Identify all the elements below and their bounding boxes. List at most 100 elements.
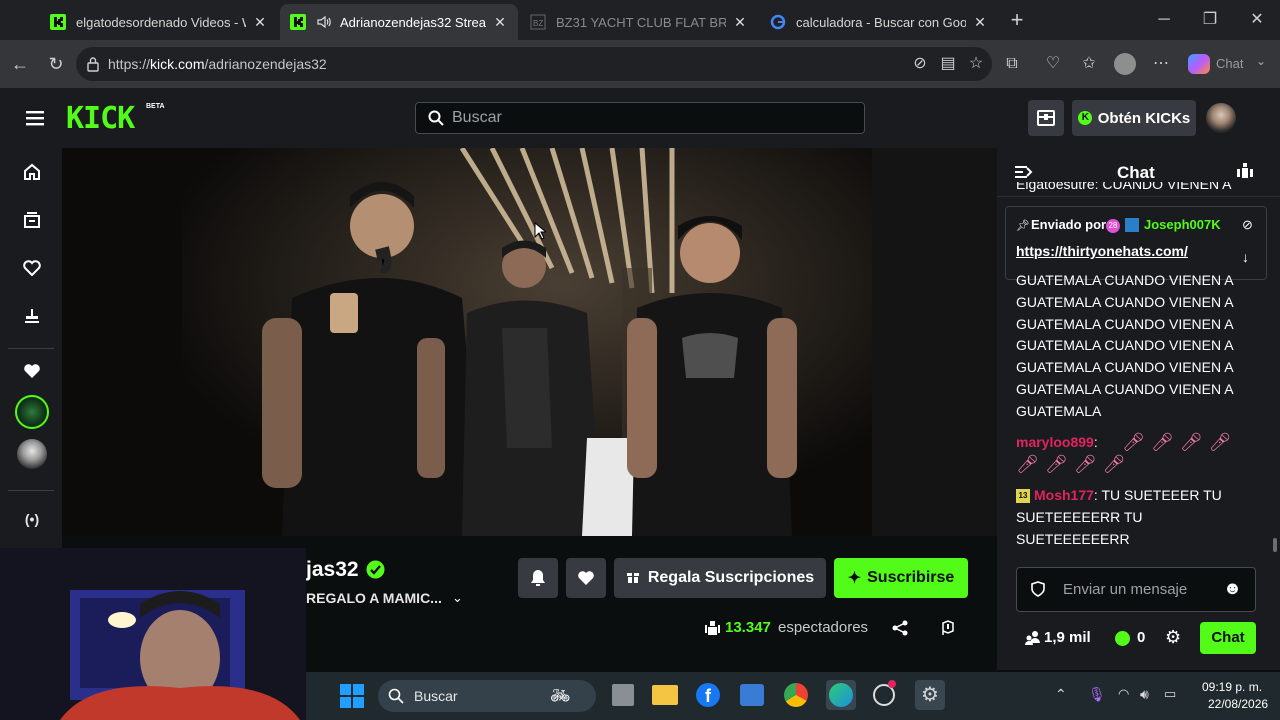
show-hidden-icons-chevron-icon[interactable]: ⌃ [1055,686,1067,703]
lock-icon[interactable] [86,56,100,77]
close-tab-icon[interactable]: ✕ [252,14,268,31]
windows-start-icon[interactable] [340,684,364,713]
favorite-star-icon[interactable]: ☆ [964,52,988,76]
chat-input[interactable]: Enviar un mensaje ☻ [1016,567,1256,612]
creator-dashboard-icon[interactable] [19,303,45,329]
tab-bz31[interactable]: BZ BZ31 YACHT CLUB FLAT BRIM – TH ✕ [520,4,758,40]
minimize-icon[interactable]: ─ [1152,8,1176,32]
chevron-down-icon[interactable]: ⌄ [452,590,463,606]
tab-title: elgatodesordenado Videos - Watch [76,14,246,30]
bz31-favicon-icon: BZ [530,14,546,30]
more-menu-icon[interactable]: ⋯ [1149,52,1173,76]
taskbar-search[interactable]: Buscar 🚲︎ [378,680,596,712]
chat-username[interactable]: Mosh177 [1034,487,1094,503]
user-avatar[interactable] [1206,103,1236,133]
followers-icon [1024,630,1040,651]
follow-heart-button[interactable] [566,558,606,598]
reload-icon[interactable]: ↻ [44,52,68,76]
webcam-overlay [0,548,306,720]
menu-icon[interactable] [26,109,46,132]
facebook-icon[interactable]: f [696,683,720,707]
close-tab-icon[interactable]: ✕ [732,14,748,31]
address-bar[interactable]: https://kick.com/adrianozendejas32 ⊘ ▤ ☆ [76,47,992,81]
chat-username[interactable]: maryloo899 [1016,434,1094,450]
emote-picker-icon[interactable]: ☻ [1223,578,1242,599]
wifi-icon[interactable]: ◠ [1118,686,1129,702]
chat-settings-gear-icon[interactable]: ⚙ [1165,627,1181,648]
chat-message: maryloo899: 🎤︎🎤︎🎤︎🎤︎ 🎤︎🎤︎🎤︎🎤︎ [1016,432,1256,476]
followers-count: 1,9 mil [1044,629,1091,646]
expand-pin-icon[interactable]: ↓ [1242,249,1249,265]
clock-time[interactable]: 09:19 p. m. [1202,680,1262,694]
tab-title: BZ31 YACHT CLUB FLAT BRIM – TH [556,14,726,30]
kick-logo[interactable]: KICK [66,101,135,136]
bell-icon [531,570,545,586]
window-close-icon[interactable]: ✕ [1245,8,1269,32]
browser-tab-bar: elgatodesordenado Videos - Watch ✕ Adria… [0,0,1280,40]
extensions-icon[interactable]: ⧉ [1000,52,1024,76]
file-explorer-icon[interactable] [652,685,678,705]
chat-scrollbar[interactable] [1273,538,1277,552]
close-tab-icon[interactable]: ✕ [972,14,988,31]
pinned-username[interactable]: Joseph007K [1144,217,1221,232]
tab-adrianozendejas32[interactable]: Adrianozendejas32 Stream - W ✕ [280,4,518,40]
followed-channels-icon[interactable] [19,358,45,384]
microphone-icon[interactable]: 🎙︎ [1088,686,1106,703]
tab-calculadora[interactable]: calculadora - Buscar con Google ✕ [760,4,998,40]
chat-message-cut: Elgatoesutre: CUANDO VIENEN A [1016,182,1232,192]
settings-gear-icon[interactable]: ⚙ [915,680,945,710]
notifications-bell-button[interactable] [518,558,558,598]
browse-icon[interactable] [19,207,45,233]
hide-pin-icon[interactable]: ⊘ [1242,217,1253,233]
microsoft-store-icon[interactable] [740,684,764,706]
home-icon[interactable] [19,159,45,185]
clock-date[interactable]: 22/08/2026 [1208,697,1268,711]
sidebar-channel-avatar[interactable] [17,439,47,469]
chat-header: Chat [1117,163,1155,182]
live-broadcast-icon[interactable]: (•) [19,506,45,532]
speaker-icon[interactable] [316,14,332,30]
chrome-icon[interactable] [784,683,808,707]
reader-mode-icon[interactable]: ▤ [936,52,960,76]
task-view-icon[interactable] [612,684,634,706]
inventory-icon [1037,110,1055,126]
browser-essentials-icon[interactable]: ♡ [1041,52,1065,76]
new-tab-button[interactable]: + [1005,8,1029,32]
subscribe-button[interactable]: ✦ Suscribirse [834,558,968,598]
search-input[interactable]: Buscar [415,102,865,134]
close-tab-icon[interactable]: ✕ [492,14,508,31]
volume-icon[interactable]: 🔊︎ [1140,686,1149,703]
back-icon[interactable]: ← [8,52,32,76]
gift-subs-button[interactable]: Regala Suscripciones [614,558,826,598]
chatters-icon[interactable] [1237,163,1253,184]
favorites-icon[interactable]: ✩ [1077,52,1101,76]
video-player[interactable] [62,148,997,536]
pin-icon: 📌︎ [1016,220,1030,232]
tracking-prevention-icon[interactable]: ⊘ [908,52,932,76]
profile-avatar[interactable] [1114,53,1136,75]
copilot-icon[interactable] [1188,54,1210,74]
battery-icon[interactable]: ▭ [1164,686,1176,702]
viewer-count: 13.347 [725,619,771,636]
channel-name[interactable]: jas32 [306,558,359,582]
chat-message: 13 Mosh177: TU SUETEEER TU SUETEEEEERR TU… [1016,487,1222,547]
maximize-icon[interactable]: ❐ [1198,8,1222,32]
stream-title: REGALO A MAMIC... [306,590,442,606]
following-icon[interactable] [19,255,45,281]
pinned-link[interactable]: https://thirtyonehats.com/ [1016,243,1188,259]
notification-dot [888,680,896,688]
report-flag-icon[interactable] [941,620,955,641]
tab-elgatodesordenado[interactable]: elgatodesordenado Videos - Watch ✕ [40,4,278,40]
chevron-down-icon[interactable]: ⌄ [1256,54,1266,68]
drops-button[interactable] [1028,100,1064,136]
emote-row-icon: 🎤︎🎤︎🎤︎🎤︎ [1122,432,1238,452]
get-kicks-button[interactable]: K Obtén KICKs [1072,100,1196,136]
copilot-label[interactable]: Chat [1216,56,1243,71]
sidebar-channel-avatar[interactable] [15,395,49,429]
send-chat-button[interactable]: Chat [1200,622,1256,654]
stream-video-frame [62,148,997,536]
tab-title: calculadora - Buscar con Google [796,14,966,30]
edge-taskbar-item[interactable] [826,680,856,710]
gift-icon [626,568,640,588]
share-icon[interactable] [892,620,908,641]
